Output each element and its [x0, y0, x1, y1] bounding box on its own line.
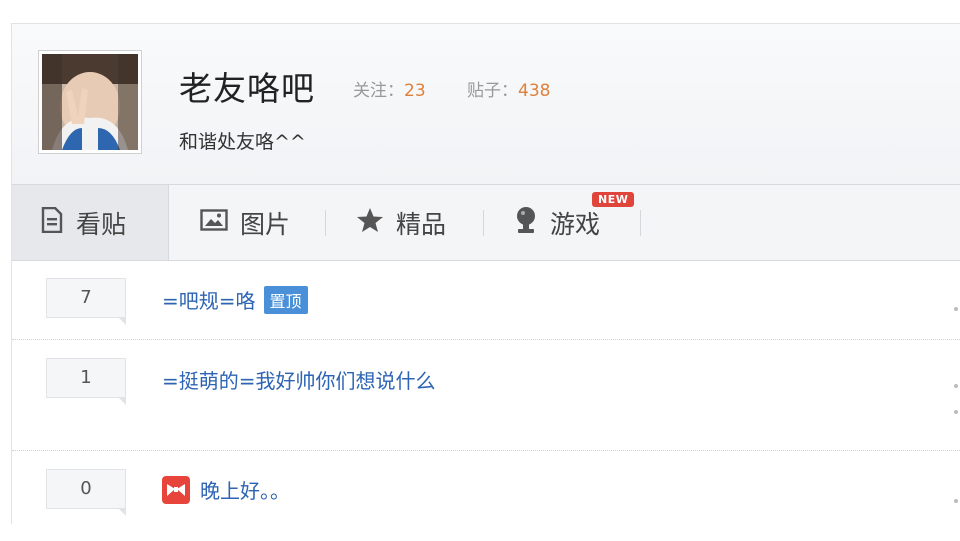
tab-featured-label: 精品	[396, 209, 447, 239]
new-badge: NEW	[592, 192, 635, 207]
truncated-marker	[954, 499, 958, 503]
posts-count: 438	[518, 81, 551, 101]
follow-count: 23	[404, 81, 426, 101]
reply-count: 1	[46, 358, 126, 405]
follow-stat: 关注：23	[353, 76, 426, 101]
star-icon	[356, 207, 384, 239]
tab-games-label: 游戏	[550, 209, 601, 239]
thread-title-text: 晚上好。。	[200, 479, 290, 503]
forum-slogan: 和谐处友咯^^	[179, 131, 306, 153]
thread-title-text: =吧规=咯	[162, 289, 256, 313]
forum-header: 老友咯吧 关注：23 贴子：438 和谐处友咯^^	[12, 24, 960, 185]
thread-row: 0 晚上好。。	[12, 451, 960, 541]
tab-bar: 看贴 图片 精品 游戏 NEW	[12, 185, 960, 261]
reply-count: 7	[46, 278, 126, 325]
truncated-marker	[954, 384, 958, 388]
avatar-photo	[42, 54, 138, 150]
forum-title[interactable]: 老友咯吧	[179, 62, 315, 110]
tab-images-label: 图片	[240, 209, 291, 239]
bow-emoji-icon	[162, 475, 190, 504]
posts-stat: 贴子：438	[467, 76, 550, 101]
tab-threads-label: 看贴	[76, 209, 127, 239]
document-icon	[40, 206, 64, 239]
tab-divider	[325, 210, 326, 236]
tab-threads[interactable]: 看贴	[12, 185, 169, 260]
thread-title-text: =挺萌的=我好帅你们想说什么	[162, 369, 436, 393]
forum-container: 老友咯吧 关注：23 贴子：438 和谐处友咯^^ 看贴 图片 精品 游戏 NE…	[11, 23, 960, 524]
truncated-marker	[954, 410, 958, 414]
pinned-badge: 置顶	[263, 285, 308, 314]
game-icon	[514, 206, 538, 240]
tab-divider	[640, 210, 641, 236]
posts-label: 贴子：	[467, 81, 518, 101]
thread-title-link[interactable]: =吧规=咯 置顶	[162, 285, 308, 314]
tab-images[interactable]: 图片	[200, 185, 290, 260]
tab-divider	[483, 210, 484, 236]
reply-count: 0	[46, 469, 126, 516]
image-icon	[200, 208, 228, 237]
thread-title-link[interactable]: 晚上好。。	[162, 475, 290, 504]
tab-games[interactable]: 游戏	[514, 185, 600, 260]
forum-avatar[interactable]	[38, 50, 142, 154]
thread-title-link[interactable]: =挺萌的=我好帅你们想说什么	[162, 365, 436, 394]
follow-label: 关注：	[353, 81, 404, 101]
thread-row: 7 =吧规=咯 置顶	[12, 261, 960, 340]
tab-featured[interactable]: 精品	[356, 185, 446, 260]
thread-row: 1 =挺萌的=我好帅你们想说什么	[12, 340, 960, 451]
truncated-marker	[954, 307, 958, 311]
